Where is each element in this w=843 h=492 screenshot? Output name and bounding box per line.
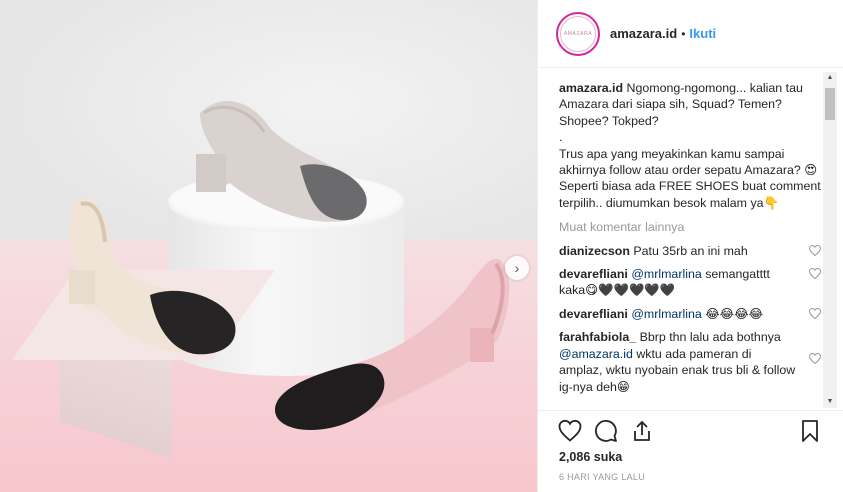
comment-item: devarefliani @mrlmarlina 😂😂😂😂 xyxy=(559,306,821,322)
comment-username[interactable]: dianizecson xyxy=(559,244,630,258)
scrollbar-thumb[interactable] xyxy=(825,88,835,120)
next-image-button[interactable]: › xyxy=(505,256,529,280)
heart-icon[interactable] xyxy=(809,307,821,319)
comment-text: Bbrp thn lalu ada bothnya xyxy=(639,330,781,345)
comment-mention[interactable]: @amazara.id xyxy=(559,347,633,361)
avatar[interactable]: AMAZARA xyxy=(556,11,600,56)
comment-item: dianizecson Patu 35rb an ini mah xyxy=(559,243,821,259)
pink-shoe xyxy=(275,259,510,430)
likes-count[interactable]: 2,086 suka xyxy=(559,450,622,464)
post-side-panel: AMAZARA amazara.id • Ikuti amazara.id Ng… xyxy=(537,0,843,492)
comment-mention[interactable]: @mrlmarlina xyxy=(631,267,701,281)
header-username[interactable]: amazara.id xyxy=(610,26,677,41)
scroll-up-arrow-icon[interactable]: ▲ xyxy=(823,72,837,84)
comment-mention[interactable]: @mrlmarlina xyxy=(631,307,701,321)
chevron-right-icon: › xyxy=(514,260,520,276)
load-more-comments[interactable]: Muat komentar lainnya xyxy=(559,219,821,235)
heart-icon[interactable] xyxy=(809,244,821,256)
comment-icon[interactable] xyxy=(594,419,618,443)
follow-button[interactable]: Ikuti xyxy=(689,26,716,41)
share-icon[interactable] xyxy=(630,419,654,443)
caption-username[interactable]: amazara.id xyxy=(559,81,623,95)
comment-username[interactable]: devarefliani xyxy=(559,267,628,281)
comment-username[interactable]: farahfabiola_ xyxy=(559,330,636,344)
post-image[interactable]: › xyxy=(0,0,537,492)
comment-text: 😂😂😂😂 xyxy=(705,306,764,321)
bookmark-icon[interactable] xyxy=(798,419,822,443)
caption-line-3: Trus apa yang meyakinkan kamu sampai akh… xyxy=(559,146,818,178)
post-header: AMAZARA amazara.id • Ikuti xyxy=(538,0,843,68)
comment-text: Patu 35rb an ini mah xyxy=(633,243,748,258)
comment-item: farahfabiola_ Bbrp thn lalu ada bothnya … xyxy=(559,329,821,395)
caption: amazara.id Ngomong-ngomong... kalian tau… xyxy=(559,80,821,211)
cream-shoe xyxy=(69,197,236,355)
post-timestamp[interactable]: 6 HARI YANG LALU xyxy=(559,472,645,482)
caption-line-2: . xyxy=(559,130,563,145)
comments-list[interactable]: amazara.id Ngomong-ngomong... kalian tau… xyxy=(559,80,821,410)
scroll-down-arrow-icon[interactable]: ▼ xyxy=(823,396,837,408)
heart-icon[interactable] xyxy=(809,353,821,365)
comment-username[interactable]: devarefliani xyxy=(559,307,628,321)
comments-scrollbar[interactable]: ▲ ▼ xyxy=(823,72,837,408)
action-bar xyxy=(538,410,843,450)
header-separator: • xyxy=(681,26,686,41)
heart-icon[interactable] xyxy=(809,268,821,280)
comment-item: devarefliani @mrlmarlina semangatttt kak… xyxy=(559,266,821,299)
heart-icon[interactable] xyxy=(558,419,582,443)
avatar-logo-text: AMAZARA xyxy=(560,15,596,52)
caption-line-4: Seperti biasa ada FREE SHOES buat commen… xyxy=(559,179,821,210)
